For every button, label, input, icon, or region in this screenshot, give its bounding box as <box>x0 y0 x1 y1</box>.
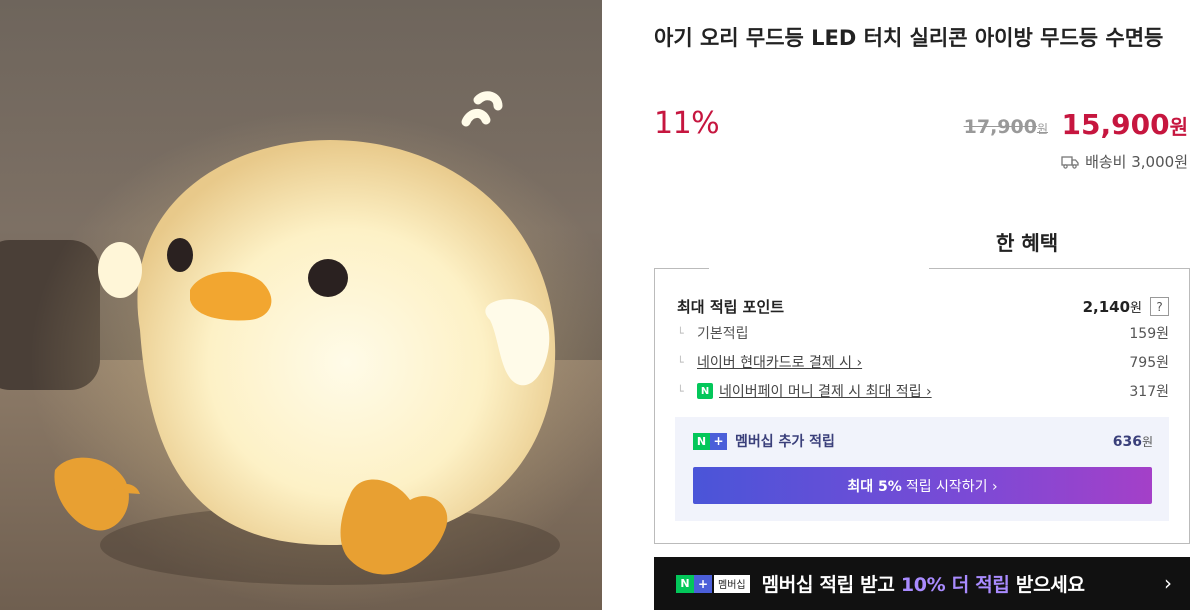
banner-text-after: 받으세요 <box>1015 574 1085 596</box>
discount-rate: 11% <box>654 106 720 141</box>
sale-price: 15,900원 <box>1062 108 1188 141</box>
membership-box: N + 멤버십 추가 적립 636원 최대 5% 적립 시작하기 › <box>675 417 1169 521</box>
tree-branch-icon: └ <box>677 326 684 340</box>
benefit-item-basic: └ 기본적립 159원 <box>677 323 1169 343</box>
banner-message: 멤버십 적립 받고 10% 더 적립 받으세요 <box>762 570 1085 597</box>
membership-row: N + 멤버십 추가 적립 636원 <box>693 431 1153 451</box>
sale-price-currency: 원 <box>1169 115 1188 139</box>
membership-value: 636 <box>1112 433 1142 450</box>
max-points-row: 최대 적립 포인트 2,140원 ? <box>677 296 1169 317</box>
benefit-item-npay: └ N 네이버페이 머니 결제 시 최대 적립 › 317원 <box>677 381 1169 401</box>
max-points-currency: 원 <box>1130 301 1142 316</box>
tree-branch-icon: └ <box>677 384 684 398</box>
membership-banner[interactable]: N + 멤버십 멤버십 적립 받고 10% 더 적립 받으세요 › <box>654 557 1190 610</box>
product-page: 아기 오리 무드등 LED 터치 실리콘 아이방 무드등 수면등 11% 17,… <box>0 0 1200 610</box>
truck-icon <box>1061 155 1079 169</box>
shipping-fee: 배송비 3,000원 <box>1085 153 1188 171</box>
blurred-header-area <box>706 215 930 265</box>
banner-highlight: 10% 더 적립 <box>900 574 1010 596</box>
original-price: 17,900원 <box>964 116 1048 138</box>
banner-text-before: 멤버십 적립 받고 <box>761 574 895 596</box>
benefit-heading: 한 혜택 <box>996 231 1059 255</box>
membership-label: 멤버십 추가 적립 <box>735 434 835 450</box>
benefit-item-value: 317원 <box>1129 384 1169 400</box>
max-points-label: 최대 적립 포인트 <box>677 298 785 316</box>
benefit-item-value: 159원 <box>1129 326 1169 342</box>
npay-icon: N <box>697 383 713 399</box>
tree-branch-icon: └ <box>677 355 684 369</box>
start-membership-button[interactable]: 최대 5% 적립 시작하기 › <box>693 467 1152 504</box>
benefit-item-label: 기본적립 <box>697 326 749 342</box>
benefit-item-value: 795원 <box>1129 355 1169 371</box>
shipping-info: 배송비 3,000원 <box>1061 151 1188 172</box>
npay-money-link[interactable]: 네이버페이 머니 결제 시 최대 적립 › <box>719 381 932 401</box>
max-points-value: 2,140 <box>1082 298 1131 316</box>
naver-plus-icon: N + <box>676 574 712 593</box>
border-gap <box>709 267 929 271</box>
benefit-box: 최대 적립 포인트 2,140원 ? └ 기본적립 159원 └ 네이버 현대카드로… <box>654 267 1190 544</box>
benefit-item-card: └ 네이버 현대카드로 결제 시 › 795원 <box>677 352 1169 372</box>
max-points-amount: 2,140원 <box>1083 297 1142 316</box>
original-price-currency: 원 <box>1036 122 1048 136</box>
benefit-header: 한 혜택 <box>654 205 1190 269</box>
duck-lamp-illustration <box>30 91 602 610</box>
product-info-panel: 아기 오리 무드등 LED 터치 실리콘 아이방 무드등 수면등 11% 17,… <box>602 0 1200 610</box>
product-title: 아기 오리 무드등 LED 터치 실리콘 아이방 무드등 수면등 <box>654 26 1164 50</box>
naver-plus-icon: N + <box>693 432 727 450</box>
membership-amount: 636원 <box>1113 433 1153 450</box>
product-image[interactable] <box>0 0 602 610</box>
banner-tag: 멤버십 <box>714 574 750 593</box>
help-icon[interactable]: ? <box>1150 297 1169 316</box>
chevron-right-icon: › <box>1164 571 1172 595</box>
original-price-value: 17,900 <box>963 116 1037 138</box>
start-button-bold: 최대 5% <box>847 478 902 495</box>
membership-currency: 원 <box>1141 434 1153 449</box>
sale-price-value: 15,900 <box>1061 108 1170 141</box>
start-button-text: 적립 시작하기 › <box>905 478 998 495</box>
hyundai-card-link[interactable]: 네이버 현대카드로 결제 시 › <box>697 352 862 372</box>
